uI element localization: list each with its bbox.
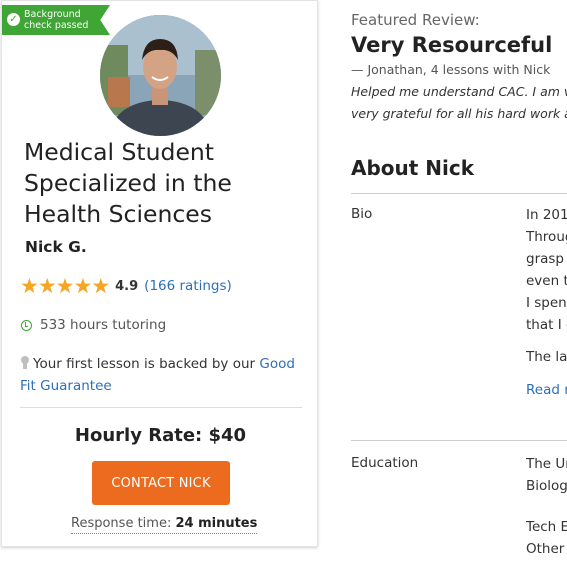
avatar-photo [100, 15, 221, 136]
badge-line-1: Background [24, 9, 81, 20]
review-text-line-2: very grateful for all his hard work a [351, 106, 567, 121]
tutor-headline: Medical Student Specialized in the Healt… [24, 137, 314, 230]
star-icon: ★ [55, 274, 75, 298]
bio-line: In 201 [526, 207, 567, 223]
star-icon: ★ [91, 274, 111, 298]
award-ribbon-icon [20, 356, 30, 369]
rating-row: ★ ★ ★ ★ ★ 4.9 (166 ratings) [20, 275, 232, 297]
education-line: Tech E [526, 519, 567, 535]
education-line: Biolog [526, 478, 567, 494]
education-line: The Ur [526, 456, 567, 472]
bio-line: even th [526, 273, 567, 289]
education-text: The Ur Biolog [526, 453, 567, 497]
hourly-rate: Hourly Rate: $40 [74, 425, 247, 446]
bio-line: I spent [526, 295, 567, 311]
check-icon: ✓ [7, 13, 20, 26]
hours-text: 533 hours tutoring [40, 317, 167, 333]
education-text-2: Tech E Other [526, 516, 567, 560]
guarantee-text: Your first lesson is backed by our [33, 356, 260, 372]
bio-line: grasp i [526, 251, 567, 267]
about-section-title: About Nick [351, 156, 475, 180]
featured-review-label: Featured Review: [351, 11, 480, 29]
ratings-count-link[interactable]: (166 ratings) [144, 278, 232, 294]
bio-extra-line: The las [526, 349, 567, 365]
star-icon: ★ [20, 274, 39, 298]
response-time-label: Response time: [71, 516, 172, 531]
featured-review-text: Helped me understand CAC. I am ve very g… [351, 81, 567, 125]
response-time: Response time: 24 minutes [71, 516, 258, 534]
education-divider [351, 440, 567, 441]
clock-icon [21, 319, 32, 331]
guarantee-note: Your first lesson is backed by our Good … [20, 353, 312, 397]
headline-line-2: Specialized in the [24, 169, 232, 197]
rating-score: 4.9 [115, 278, 139, 294]
card-divider [20, 407, 302, 408]
bio-line: that I c [526, 317, 567, 333]
hours-tutoring: 533 hours tutoring [21, 317, 166, 333]
background-check-badge: ✓ Background check passed [2, 5, 110, 35]
reviewer-info: — Jonathan, 4 lessons with Nick [351, 62, 551, 77]
headline-line-1: Medical Student [24, 138, 215, 166]
badge-line-2: check passed [24, 20, 89, 31]
education-label: Education [351, 455, 419, 471]
contact-tutor-button[interactable]: CONTACT NICK [92, 461, 230, 505]
response-time-value: 24 minutes [175, 516, 258, 531]
star-icon: ★ [73, 274, 93, 298]
read-more-link[interactable]: Read m [526, 379, 567, 401]
review-text-line-1: Helped me understand CAC. I am ve [351, 84, 567, 99]
tutor-profile-card: ✓ Background check passed Medical Studen… [1, 0, 318, 547]
tutor-name: Nick G. [25, 238, 87, 256]
bio-line: Throug [526, 229, 567, 245]
featured-review-title: Very Resourceful [351, 33, 553, 57]
star-icon: ★ [37, 274, 57, 298]
bio-label: Bio [351, 206, 373, 222]
education-line: Other [526, 541, 565, 557]
bio-text: In 201 Throug grasp i even th I spent th… [526, 204, 567, 336]
avatar[interactable] [100, 15, 221, 136]
about-divider [351, 193, 567, 194]
star-rating: ★ ★ ★ ★ ★ [20, 274, 111, 298]
headline-line-3: Health Sciences [24, 200, 212, 228]
